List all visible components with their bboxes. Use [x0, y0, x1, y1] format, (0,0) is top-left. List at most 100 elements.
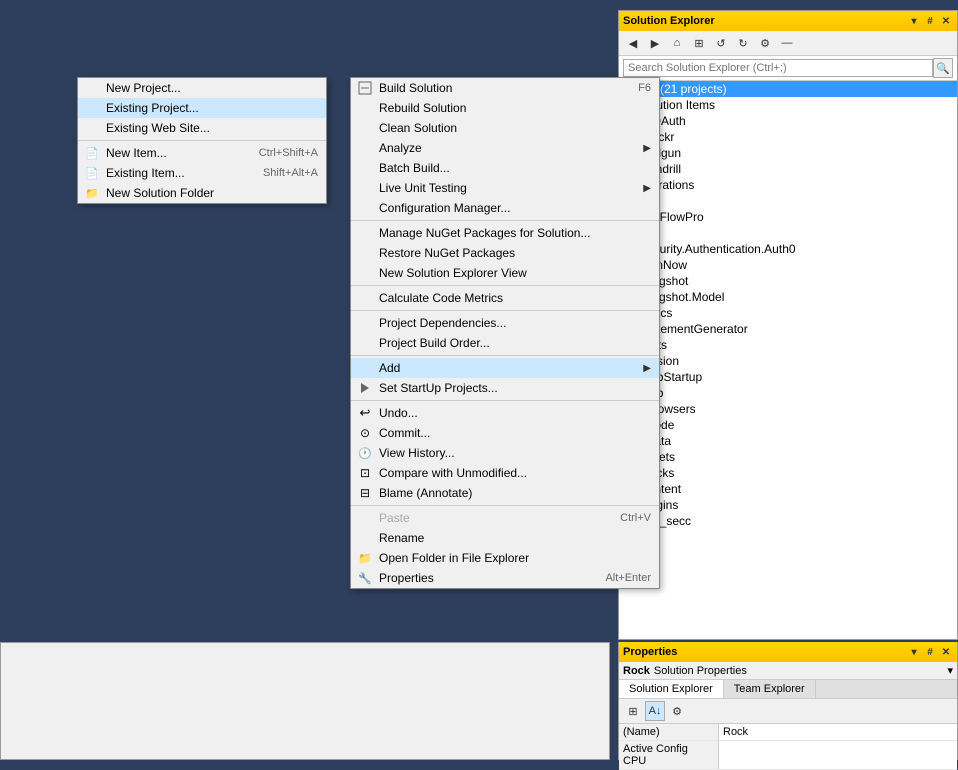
- properties-label: Properties: [379, 571, 434, 585]
- menu-rebuild-solution[interactable]: Rebuild Solution: [351, 98, 659, 118]
- existing-item-label: Existing Item...: [106, 166, 185, 180]
- search-icon[interactable]: 🔍: [933, 58, 953, 78]
- tree-item-payflowpro[interactable]: PayFlowPro: [619, 209, 957, 225]
- tree-item-plugins[interactable]: Plugins: [619, 497, 957, 513]
- menu-new-solution-explorer-view[interactable]: New Solution Explorer View: [351, 263, 659, 283]
- dock-icon[interactable]: #: [923, 14, 937, 28]
- tree-item-test[interactable]: test: [619, 225, 957, 241]
- tree-item-auth0[interactable]: Security.Authentication.Auth0: [619, 241, 957, 257]
- menu-set-startup[interactable]: Set StartUp Projects...: [351, 378, 659, 398]
- props-settings-btn[interactable]: ⚙: [667, 701, 687, 721]
- menu-undo[interactable]: ↩ Undo...: [351, 403, 659, 423]
- menu-blame[interactable]: ⊟ Blame (Annotate): [351, 483, 659, 503]
- tree-item-root[interactable]: Rock' (21 projects): [619, 81, 957, 97]
- rename-icon: [357, 530, 373, 546]
- tab-solution-explorer[interactable]: Solution Explorer: [619, 680, 724, 698]
- show-all-files-btn[interactable]: ⊞: [689, 33, 709, 53]
- solution-explorer-titlebar: Solution Explorer ▾ # ✕: [619, 11, 957, 31]
- tree-item-assets[interactable]: Assets: [619, 449, 957, 465]
- menu-manage-nuget[interactable]: Manage NuGet Packages for Solution...: [351, 223, 659, 243]
- undo-icon: ↩: [357, 405, 373, 421]
- menu-calculate-code-metrics[interactable]: Calculate Code Metrics: [351, 288, 659, 308]
- tree-item-migrations[interactable]: Migrations: [619, 177, 957, 193]
- menu-project-build-order[interactable]: Project Build Order...: [351, 333, 659, 353]
- menu-build-solution[interactable]: Build Solution F6: [351, 78, 659, 98]
- menu-compare-unmodified[interactable]: ⊡ Compare with Unmodified...: [351, 463, 659, 483]
- set-startup-icon: [357, 380, 373, 396]
- tree-item-code[interactable]: _Code: [619, 417, 957, 433]
- properties-shortcut: Alt+Enter: [585, 572, 651, 584]
- batch-build-icon: [357, 160, 373, 176]
- menu-commit[interactable]: ⊙ Commit...: [351, 423, 659, 443]
- tree-item-oauth[interactable]: .c.OAuth: [619, 113, 957, 129]
- tree-item-org-secc[interactable]: .org_secc: [619, 513, 957, 529]
- tree-item-mi[interactable]: MI: [619, 193, 957, 209]
- menu-clean-solution[interactable]: Clean Solution: [351, 118, 659, 138]
- build-solution-icon: [357, 80, 373, 96]
- menu-view-history[interactable]: 🕐 View History...: [351, 443, 659, 463]
- tree-item-mandrill[interactable]: Mandrill: [619, 161, 957, 177]
- titlebar-icons: ▾ # ✕: [907, 14, 953, 28]
- props-categorized-btn[interactable]: ⊞: [623, 701, 643, 721]
- props-val-name[interactable]: Rock: [719, 724, 957, 740]
- search-input[interactable]: [623, 59, 933, 77]
- properties-btn[interactable]: ⚙: [755, 33, 775, 53]
- tree-item-content[interactable]: Content: [619, 481, 957, 497]
- props-dock-icon[interactable]: #: [923, 645, 937, 659]
- menu-rename[interactable]: Rename: [351, 528, 659, 548]
- new-project-icon: [84, 80, 100, 96]
- props-alphabetical-btn[interactable]: A↓: [645, 701, 665, 721]
- proj-deps-label: Project Dependencies...: [379, 316, 506, 330]
- submenu-new-solution-folder[interactable]: 📁 New Solution Folder: [78, 183, 326, 203]
- tree-item-slingshot[interactable]: Slingshot: [619, 273, 957, 289]
- tree-item-solution-items[interactable]: Solution Items: [619, 97, 957, 113]
- tree-item-slingshot-model[interactable]: Slingshot.Model: [619, 289, 957, 305]
- minimize-btn[interactable]: —: [777, 33, 797, 53]
- tree-item-mailgun[interactable]: Mailgun: [619, 145, 957, 161]
- tree-item-specs[interactable]: Specs: [619, 305, 957, 321]
- tree-item-version[interactable]: Version: [619, 353, 957, 369]
- menu-live-unit-testing[interactable]: Live Unit Testing ▶: [351, 178, 659, 198]
- tree-item-statement-generator[interactable]: StatementGenerator: [619, 321, 957, 337]
- tree-item-checkr[interactable]: checkr: [619, 129, 957, 145]
- submenu-existing-project[interactable]: Existing Project...: [78, 98, 326, 118]
- props-pin-icon[interactable]: ▾: [907, 645, 921, 659]
- tree-item-browsers[interactable]: _Browsers: [619, 401, 957, 417]
- tree-item-webstartup[interactable]: WebStartup: [619, 369, 957, 385]
- tab-team-explorer[interactable]: Team Explorer: [724, 680, 816, 698]
- menu-properties[interactable]: 🔧 Properties Alt+Enter: [351, 568, 659, 588]
- submenu-existing-item[interactable]: 📄 Existing Item... Shift+Alt+A: [78, 163, 326, 183]
- submenu-new-project[interactable]: New Project...: [78, 78, 326, 98]
- menu-paste[interactable]: Paste Ctrl+V: [351, 508, 659, 528]
- menu-add[interactable]: Add ▶: [351, 358, 659, 378]
- submenu-existing-web-site[interactable]: Existing Web Site...: [78, 118, 326, 138]
- tree-item-signnow[interactable]: SignNow: [619, 257, 957, 273]
- properties-icon: 🔧: [357, 570, 373, 586]
- submenu-new-item[interactable]: 📄 New Item... Ctrl+Shift+A: [78, 143, 326, 163]
- tree-item-tests[interactable]: Tests: [619, 337, 957, 353]
- refresh-btn[interactable]: ↺: [711, 33, 731, 53]
- props-dropdown-icon[interactable]: ▾: [947, 664, 953, 677]
- forward-btn[interactable]: ▶: [645, 33, 665, 53]
- tree-item-blocks[interactable]: Blocks: [619, 465, 957, 481]
- back-btn[interactable]: ◀: [623, 33, 643, 53]
- menu-restore-nuget[interactable]: Restore NuGet Packages: [351, 243, 659, 263]
- home-btn[interactable]: ⌂: [667, 33, 687, 53]
- solution-tree[interactable]: Rock' (21 projects) Solution Items .c.OA…: [619, 81, 957, 639]
- collapse-btn[interactable]: ↻: [733, 33, 753, 53]
- menu-open-folder[interactable]: 📁 Open Folder in File Explorer: [351, 548, 659, 568]
- tree-item-data[interactable]: _Data: [619, 433, 957, 449]
- menu-analyze[interactable]: Analyze ▶: [351, 138, 659, 158]
- proj-build-order-icon: [357, 335, 373, 351]
- menu-config-manager[interactable]: Configuration Manager...: [351, 198, 659, 218]
- props-close-icon[interactable]: ✕: [939, 645, 953, 659]
- menu-batch-build[interactable]: Batch Build...: [351, 158, 659, 178]
- pin-icon[interactable]: ▾: [907, 14, 921, 28]
- existing-project-icon: [84, 100, 100, 116]
- build-solution-label: Build Solution: [379, 81, 452, 95]
- tree-item-web[interactable]: Web: [619, 385, 957, 401]
- menu-project-dependencies[interactable]: Project Dependencies...: [351, 313, 659, 333]
- props-val-cpu[interactable]: [719, 741, 957, 769]
- close-icon[interactable]: ✕: [939, 14, 953, 28]
- commit-label: Commit...: [379, 426, 430, 440]
